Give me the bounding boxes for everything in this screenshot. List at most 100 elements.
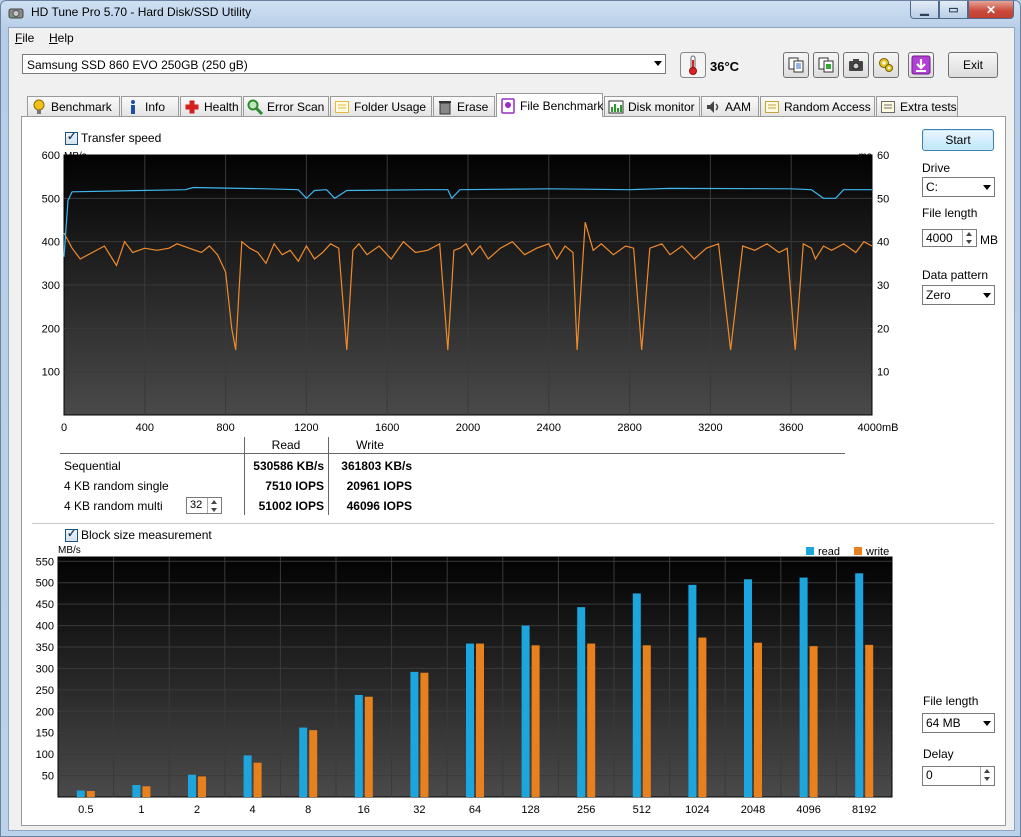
spinner-arrows-icon[interactable] — [207, 498, 221, 513]
spinner-arrows-icon[interactable] — [980, 767, 994, 785]
app-icon — [8, 8, 24, 19]
x-tick-label: 800 — [216, 422, 234, 434]
write-value: 361803 KB/s — [341, 459, 412, 473]
monitor-icon — [608, 100, 624, 113]
save-button[interactable] — [908, 52, 934, 78]
data-pattern-value: Zero — [926, 288, 951, 302]
file-length-input[interactable]: 4000 — [922, 229, 977, 247]
queue-depth-input[interactable]: 32 — [186, 497, 222, 514]
x-tick-label: 64 — [469, 804, 481, 816]
results-table: Read Write Sequential 530586 KB/s 361803 KB/… — [60, 437, 845, 517]
y-axis-unit-left: MB/s — [64, 151, 87, 162]
bar-write — [809, 646, 818, 797]
drive-combo[interactable]: C: — [922, 177, 995, 197]
x-tick-label: 2400 — [537, 422, 561, 434]
tab-file-benchmark[interactable]: File Benchmark — [496, 93, 603, 117]
delay-input[interactable]: 0 — [922, 766, 995, 786]
drive-select[interactable]: Samsung SSD 860 EVO 250GB (250 gB) — [22, 54, 666, 74]
delay-label: Delay — [923, 747, 954, 761]
bulb-icon — [33, 99, 45, 114]
y-tick-label: 200 — [36, 706, 54, 718]
y-tick-label: 250 — [36, 685, 54, 697]
read-value: 7510 IOPS — [265, 479, 324, 493]
y-tick-label: 100 — [36, 749, 54, 761]
bar-write — [754, 642, 762, 797]
chevron-down-icon — [983, 293, 991, 298]
start-button[interactable]: Start — [922, 129, 994, 151]
temperature-value: 36°C — [710, 59, 740, 74]
maximize-button[interactable]: ▭ — [939, 1, 968, 19]
bar-read — [688, 584, 697, 797]
tab-label: Erase — [457, 99, 489, 114]
file-length-label: File length — [922, 206, 978, 220]
bar-read — [799, 577, 808, 797]
y-tick-label-right: 20 — [877, 323, 889, 335]
y-tick-label-right: 50 — [877, 193, 889, 205]
tab-extra-tests[interactable]: Extra tests — [876, 96, 958, 116]
tab-benchmark[interactable]: Benchmark — [27, 96, 120, 116]
options-button[interactable] — [873, 52, 899, 78]
x-tick-label: 1 — [138, 804, 144, 816]
tab-disk-monitor[interactable]: Disk monitor — [604, 96, 700, 116]
x-tick-label: 4096 — [796, 804, 820, 816]
delay-value: 0 — [926, 768, 933, 782]
y-tick-label: 500 — [36, 578, 54, 590]
tab-label: File Benchmark — [520, 98, 604, 113]
bar-read — [76, 790, 85, 797]
copy-text-button[interactable] — [783, 52, 809, 78]
tab-label: Disk monitor — [628, 99, 695, 114]
copy-info-button[interactable] — [813, 52, 839, 78]
tab-error-scan[interactable]: Error Scan — [243, 96, 329, 116]
y-axis-unit-right: ms — [859, 151, 872, 162]
bar-read — [299, 727, 308, 797]
bar-write — [587, 643, 596, 797]
data-pattern-label: Data pattern — [922, 268, 989, 282]
menu-help[interactable]: Help — [49, 31, 74, 45]
y-tick-label: 450 — [36, 599, 54, 611]
bar-write — [476, 643, 484, 797]
save-icon — [911, 55, 931, 75]
y-tick-label-left: 600 — [42, 150, 60, 162]
y-tick-label: 550 — [36, 556, 54, 568]
title-bar[interactable]: HD Tune Pro 5.70 - Hard Disk/SSD Utility… — [1, 1, 1020, 25]
x-tick-label: 0 — [61, 422, 67, 434]
x-tick-label: 2800 — [617, 422, 641, 434]
read-value: 530586 KB/s — [253, 459, 324, 473]
y-tick-label: 150 — [36, 728, 54, 740]
menu-mnemonic: F — [15, 31, 23, 45]
spinner-arrows-icon[interactable] — [962, 230, 976, 246]
tab-strip: Benchmark Info Health Error Scan Folder Usag… — [27, 93, 987, 117]
transfer-speed-checkbox[interactable] — [65, 130, 78, 145]
screenshot-button[interactable] — [843, 52, 869, 78]
bar-read — [466, 643, 474, 797]
tab-random-access[interactable]: Random Access — [760, 96, 875, 116]
data-pattern-combo[interactable]: Zero — [922, 285, 995, 305]
copy-info-icon — [818, 57, 834, 73]
block-file-length-label: File length — [923, 694, 979, 708]
x-tick-label: 2048 — [741, 804, 765, 816]
tab-label: Folder Usage — [354, 99, 427, 114]
window-title: HD Tune Pro 5.70 - Hard Disk/SSD Utility — [31, 5, 252, 19]
minimize-button[interactable]: ▁ — [910, 1, 939, 19]
tab-health[interactable]: Health — [180, 96, 242, 116]
tab-info[interactable]: Info — [121, 96, 179, 116]
bar-write — [642, 645, 651, 797]
y-tick-label-left: 500 — [42, 193, 60, 205]
x-tick-label: 8 — [305, 804, 311, 816]
x-tick-label: 4000mB — [858, 422, 899, 434]
tab-folder-usage[interactable]: Folder Usage — [330, 96, 432, 116]
exit-button[interactable]: Exit — [948, 52, 998, 78]
menu-file[interactable]: File — [15, 31, 34, 45]
x-tick-label: 256 — [577, 804, 595, 816]
bar-write — [142, 786, 151, 797]
tab-erase[interactable]: Erase — [433, 96, 495, 116]
y-tick-label: 50 — [42, 771, 54, 783]
block-file-length-combo[interactable]: 64 MB — [922, 713, 995, 733]
close-button[interactable]: ✕ — [968, 1, 1014, 19]
tab-aam[interactable]: AAM — [701, 96, 759, 116]
plot-area — [57, 556, 893, 798]
x-tick-label: 2000 — [456, 422, 480, 434]
y-tick-label-left: 400 — [42, 237, 60, 249]
block-size-checkbox[interactable] — [65, 527, 78, 542]
tab-label: AAM — [725, 99, 752, 114]
